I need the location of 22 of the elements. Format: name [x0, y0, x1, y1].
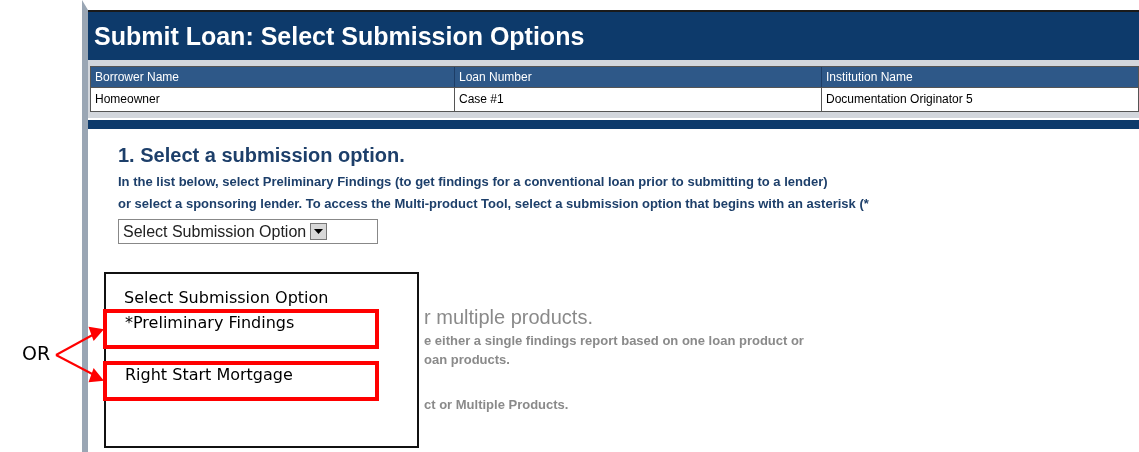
option-label: *Preliminary Findings [103, 309, 379, 349]
window-title: Submit Loan: Select Submission Options [94, 21, 585, 51]
or-label: OR [22, 342, 51, 364]
option-label: Select Submission Option [123, 288, 330, 309]
caret-icon [310, 223, 328, 240]
submission-dropdown[interactable]: Select Submission Option [118, 219, 378, 244]
pointer-arrow [55, 354, 104, 383]
column-header: Loan Number [454, 67, 821, 87]
instruction-text: oan products. [424, 352, 511, 367]
table-cell: Documentation Originator 5 [821, 87, 1138, 111]
pointer-arrow [55, 326, 104, 356]
step-heading: r multiple products. [424, 306, 594, 329]
instruction-text: e either a single findings report based on one loan product or [424, 333, 805, 348]
instruction-text: or select a sponsoring lender. To access the Multi-product Tool, select a submission option that begins with an asterisk (* [118, 196, 870, 211]
column-header: Institution Name [821, 67, 1138, 87]
table-cell: Case #1 [454, 87, 821, 111]
option-label: Right Start Mortgage [103, 361, 379, 401]
table-cell: Homeowner [91, 87, 454, 111]
instruction-text: ct or Multiple Products. [424, 397, 570, 412]
instruction-text: In the list below, select Preliminary Findings (to get findings for a conventional loan prior to submitting to a lender) [118, 174, 829, 189]
column-header: Borrower Name [91, 67, 454, 87]
step-heading: 1. Select a submission option. [118, 144, 406, 167]
